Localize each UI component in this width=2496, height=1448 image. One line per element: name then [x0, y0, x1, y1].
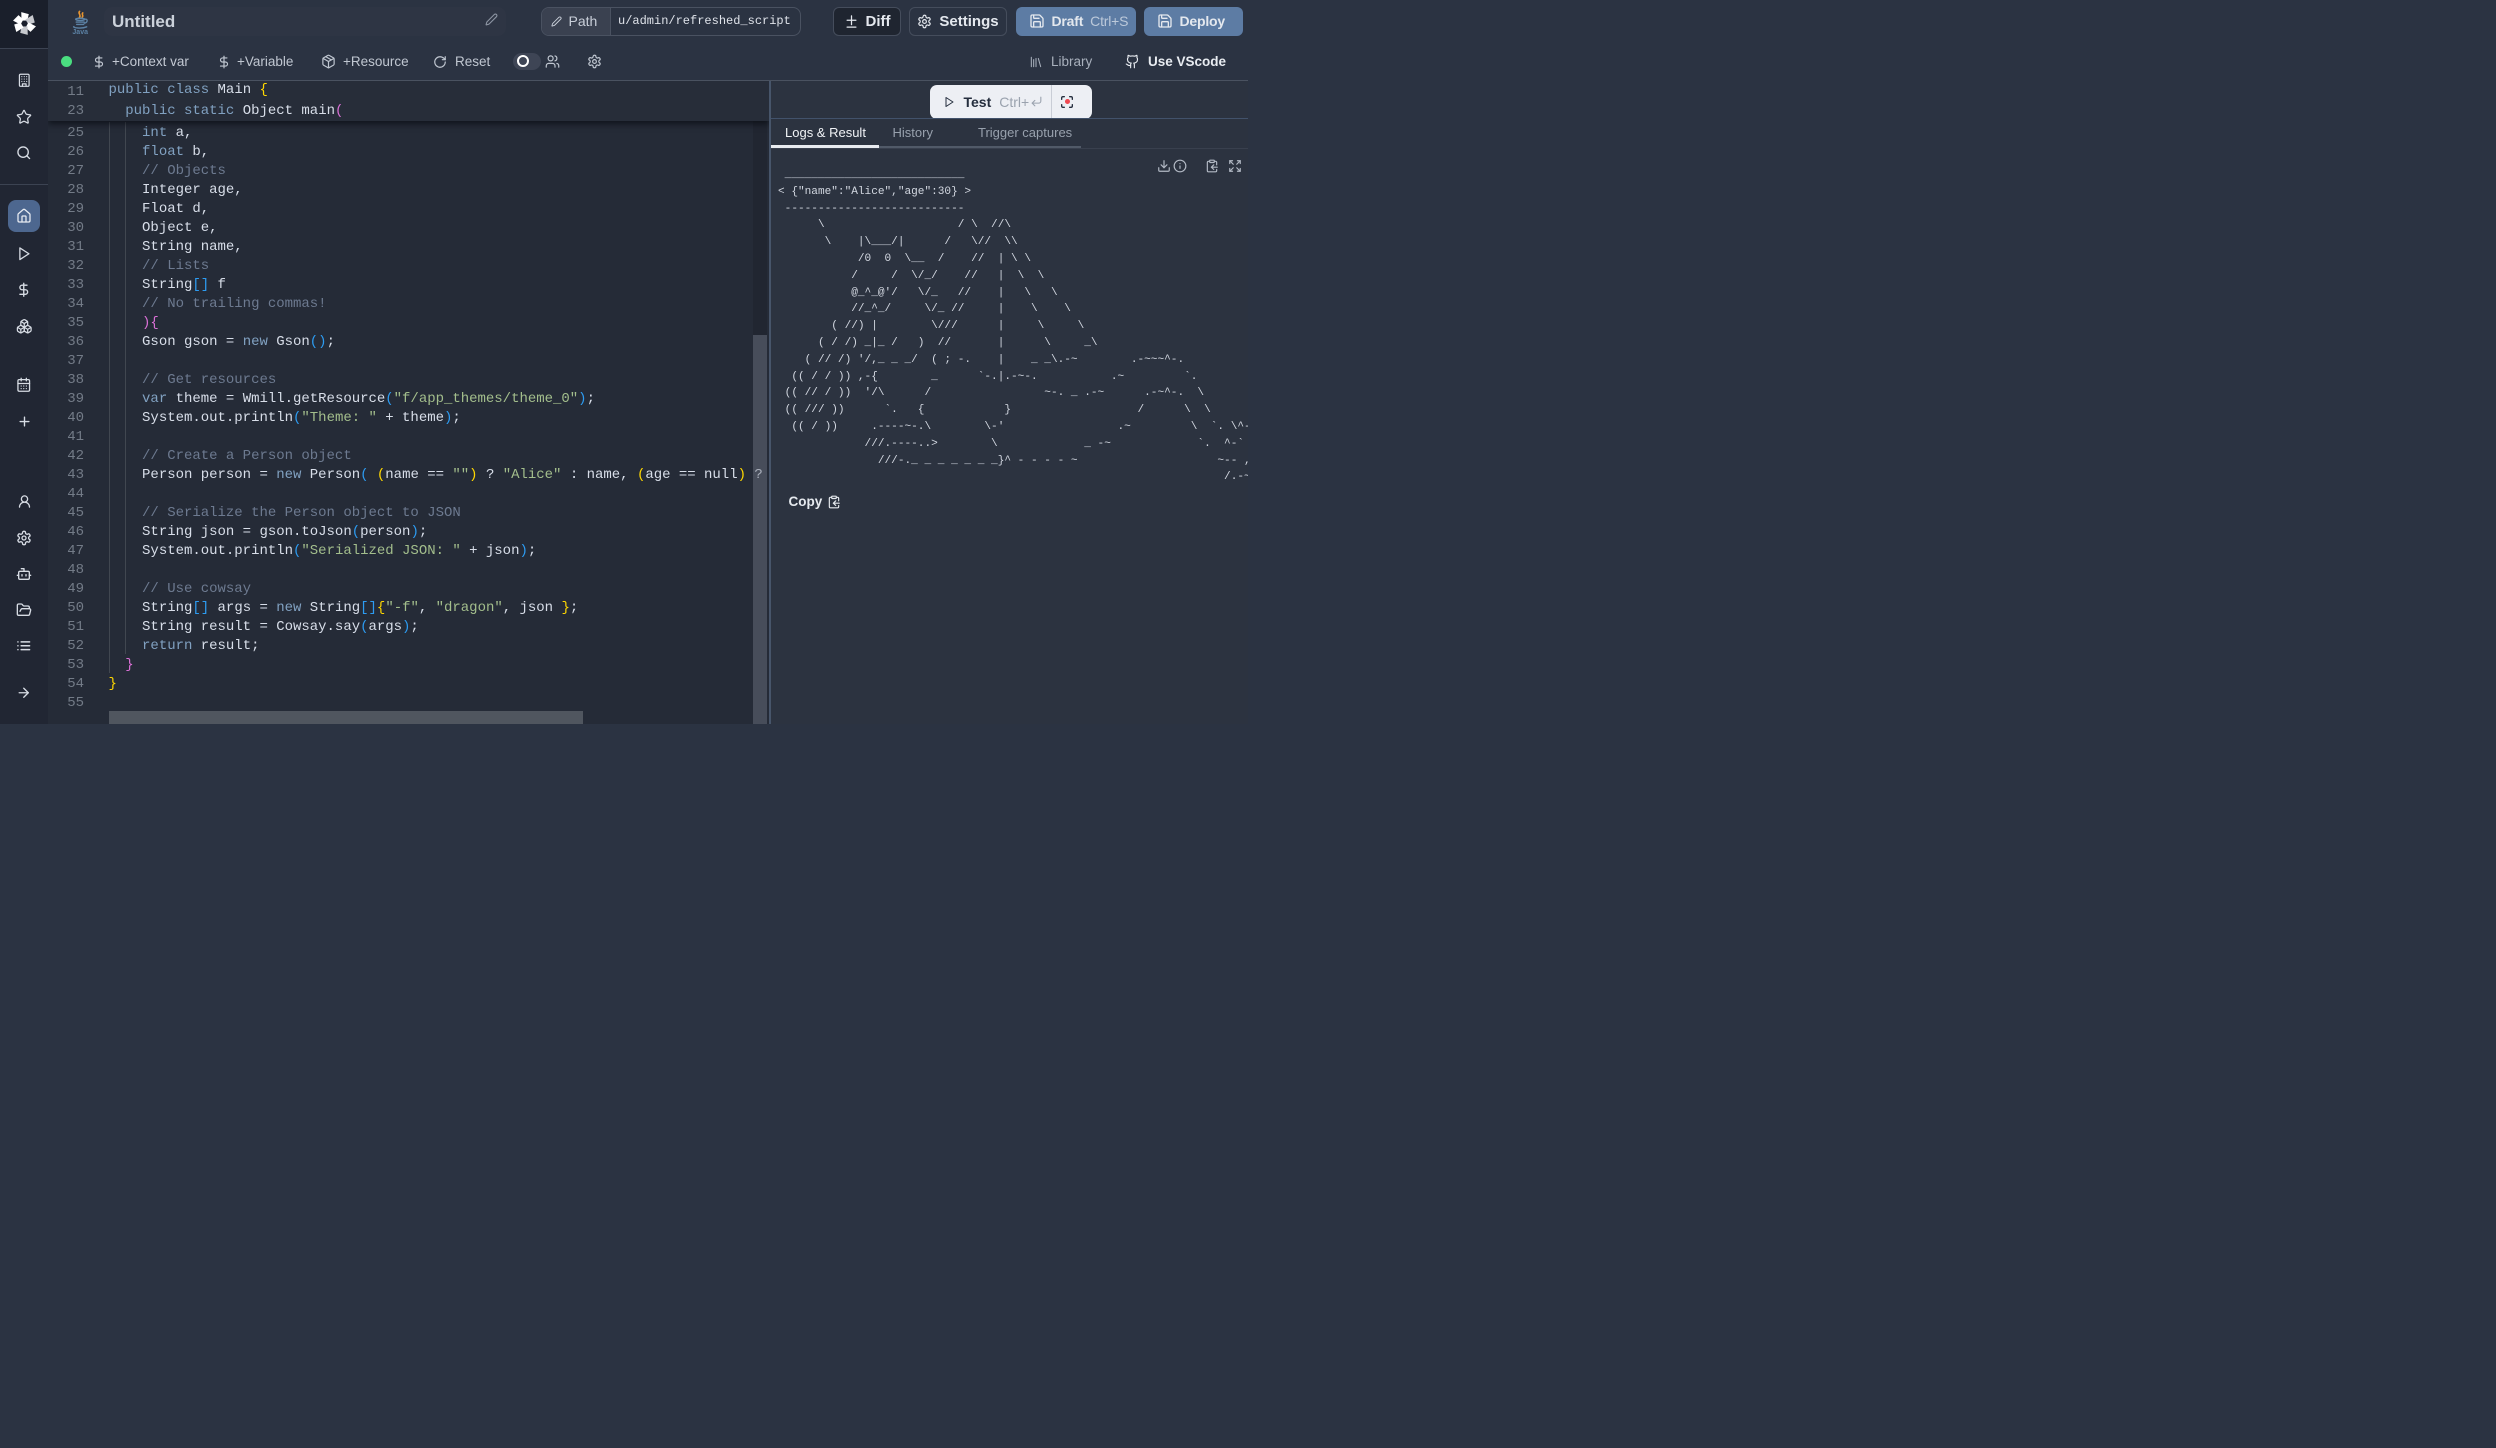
svg-text:Java: Java	[72, 29, 88, 35]
